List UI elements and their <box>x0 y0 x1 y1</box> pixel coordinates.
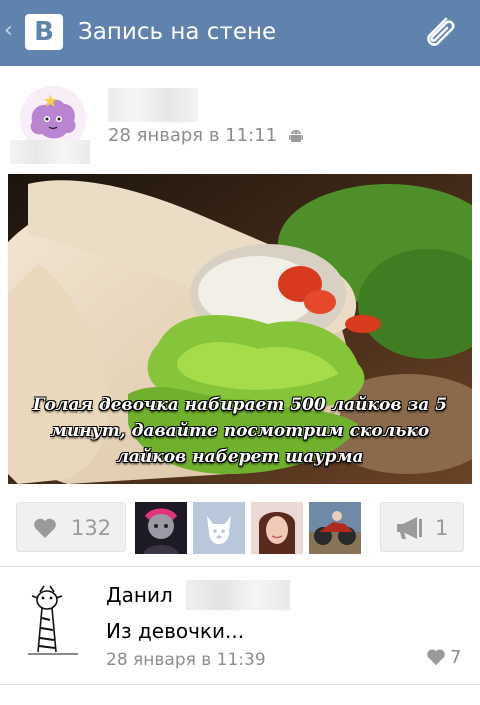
comment-text: Из девочки... <box>106 619 245 643</box>
post-date: 28 января в 11:11 <box>108 125 278 146</box>
liker-avatar[interactable] <box>193 502 245 554</box>
page-title: Запись на стене <box>78 19 277 45</box>
android-icon <box>289 130 303 142</box>
liker-avatar[interactable] <box>135 502 187 554</box>
comment-date: 28 января в 11:39 <box>106 650 266 670</box>
comment-like-count: 7 <box>450 647 462 668</box>
post-image[interactable]: Голая девочка набирает 500 лайков за 5 м… <box>8 174 472 484</box>
back-chevron-icon[interactable]: ‹ <box>4 20 13 42</box>
megaphone-icon <box>397 517 422 539</box>
liker-avatar-icon <box>135 502 187 554</box>
liker-avatar[interactable] <box>251 502 303 554</box>
vk-logo[interactable]: B <box>25 14 63 50</box>
comment-author-avatar[interactable] <box>20 582 86 656</box>
divider <box>0 684 480 685</box>
share-count: 1 <box>435 516 449 540</box>
comment-author[interactable]: Данил <box>106 582 173 608</box>
like-count: 132 <box>71 516 112 540</box>
heart-icon <box>34 518 56 538</box>
top-bar: ‹ B Запись на стене <box>0 0 480 66</box>
vk-dog-avatar-icon <box>193 502 245 554</box>
divider <box>0 566 480 567</box>
liker-avatar[interactable] <box>309 502 361 554</box>
giraffe-icon <box>20 582 86 656</box>
paperclip-icon[interactable] <box>416 10 462 56</box>
liker-avatar-icon <box>309 502 361 554</box>
heart-icon[interactable] <box>426 648 446 666</box>
image-caption: Голая девочка набирает 500 лайков за 5 м… <box>32 395 448 467</box>
comment-author-censored <box>186 580 290 610</box>
share-button[interactable]: 1 <box>380 502 464 552</box>
censored-blur <box>10 140 90 164</box>
liker-avatar-icon <box>251 502 303 554</box>
author-name-censored <box>108 88 198 122</box>
like-button[interactable]: 132 <box>16 502 126 552</box>
